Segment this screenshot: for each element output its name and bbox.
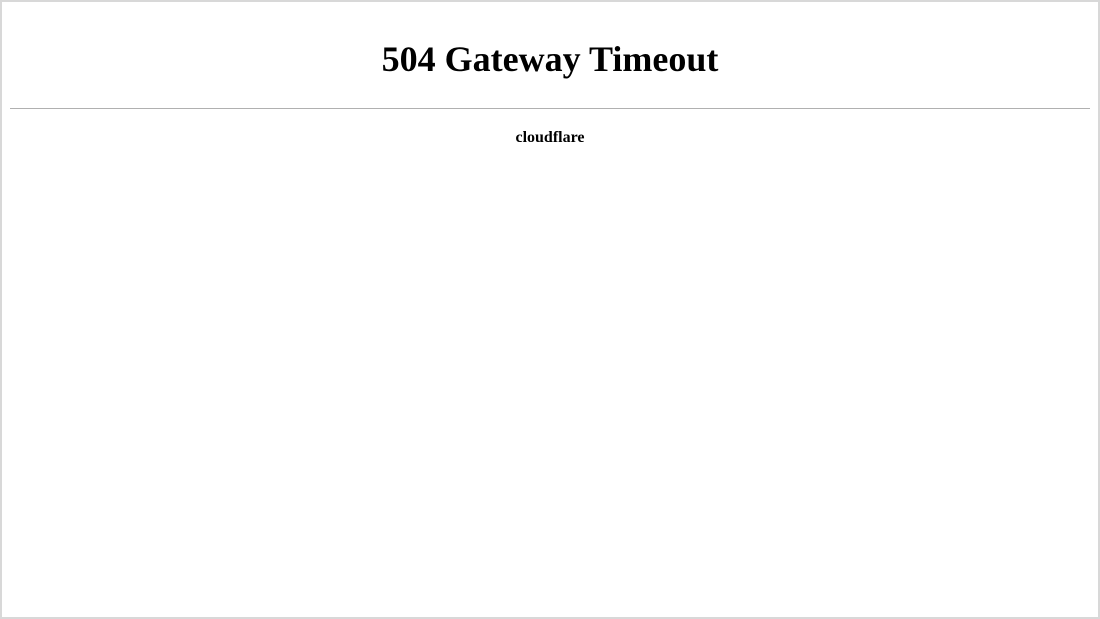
divider	[10, 108, 1090, 109]
server-name: cloudflare	[10, 129, 1090, 147]
error-page: 504 Gateway Timeout cloudflare	[10, 38, 1090, 147]
error-title: 504 Gateway Timeout	[10, 38, 1090, 80]
